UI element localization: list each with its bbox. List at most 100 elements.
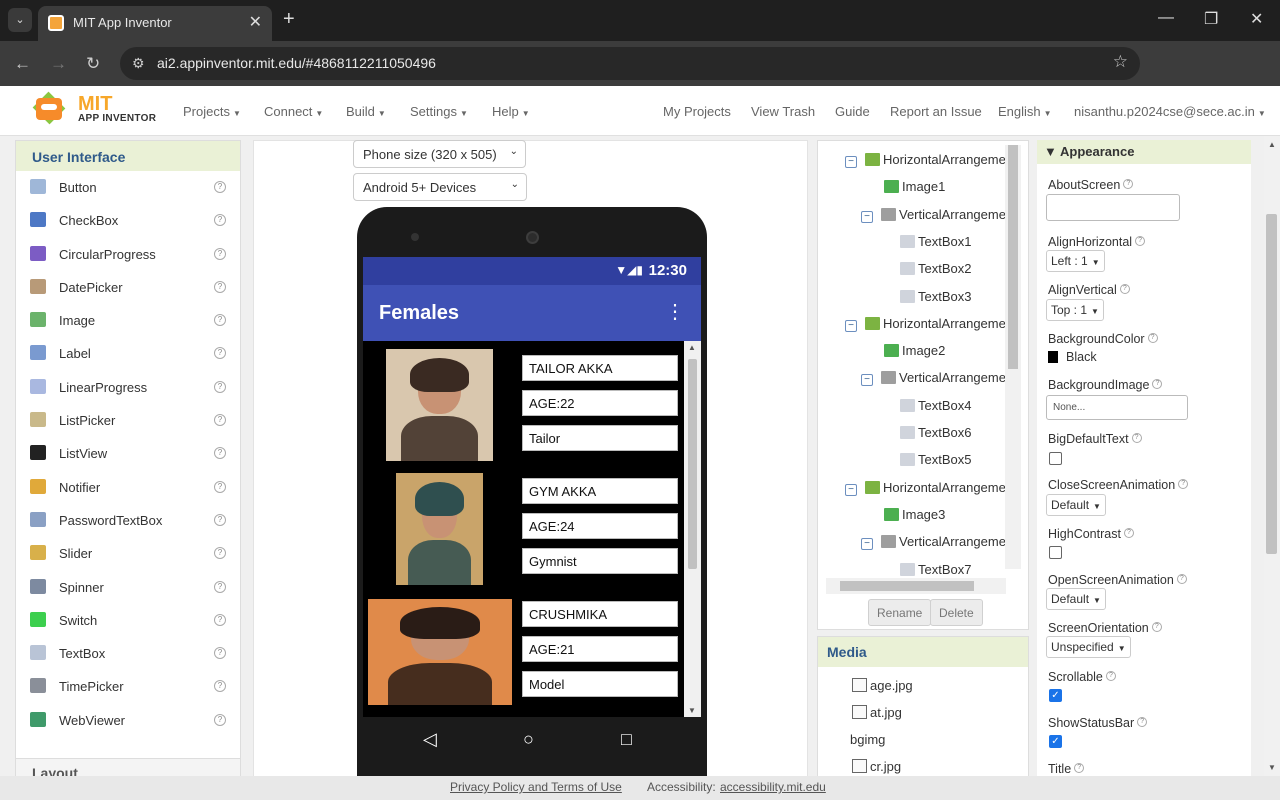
tree-node-horizontal[interactable]: − HorizontalArrangemen <box>845 152 1013 168</box>
scroll-up-icon[interactable]: ▲ <box>688 343 696 352</box>
palette-item-listview[interactable]: ListView? <box>16 437 240 470</box>
textbox-age[interactable]: AGE:22 <box>522 390 678 416</box>
tree-node-textbox[interactable]: TextBox2 <box>900 261 971 276</box>
app-inventor-logo[interactable] <box>28 91 68 126</box>
help-icon[interactable]: ? <box>214 713 226 726</box>
tree-node-vertical[interactable]: − VerticalArrangemer <box>861 207 1010 223</box>
palette-item-webviewer[interactable]: WebViewer? <box>16 704 240 737</box>
tab-search-button[interactable]: ⌄ <box>8 8 32 32</box>
scroll-down-icon[interactable]: ▼ <box>1268 763 1276 772</box>
menu-language[interactable]: English ▼ <box>998 104 1052 119</box>
high-contrast-checkbox[interactable] <box>1049 546 1062 559</box>
help-icon[interactable]: ? <box>214 280 226 293</box>
media-file[interactable]: age.jpg <box>852 678 913 693</box>
align-vertical-select[interactable]: Top : 1 ▼ <box>1046 299 1104 321</box>
back-icon[interactable]: ← <box>14 54 31 74</box>
palette-item-textbox[interactable]: TextBox? <box>16 637 240 670</box>
background-image-picker[interactable]: None... <box>1046 395 1188 420</box>
palette-item-passwordtextbox[interactable]: PasswordTextBox? <box>16 504 240 537</box>
help-icon[interactable]: ? <box>214 380 226 393</box>
palette-item-timepicker[interactable]: TimePicker? <box>16 670 240 703</box>
link-my-projects[interactable]: My Projects <box>663 104 731 119</box>
properties-section-appearance[interactable]: ▼ Appearance <box>1037 140 1251 164</box>
site-info-icon[interactable]: ⚙ <box>132 55 145 72</box>
collapse-toggle-icon[interactable]: − <box>845 483 857 496</box>
minimize-icon[interactable]: — <box>1158 9 1174 27</box>
tree-node-image[interactable]: Image1 <box>884 179 945 194</box>
tree-node-vertical[interactable]: − VerticalArrangemer <box>861 534 1010 551</box>
scrollable-checkbox[interactable]: ✓ <box>1049 689 1062 702</box>
rename-button[interactable]: Rename <box>868 599 932 626</box>
media-file[interactable]: bgimg <box>850 732 885 747</box>
palette-item-switch[interactable]: Switch? <box>16 604 240 637</box>
tree-node-textbox[interactable]: TextBox6 <box>900 425 971 440</box>
collapse-toggle-icon[interactable]: − <box>861 538 873 551</box>
url-text[interactable]: ai2.appinventor.mit.edu/#486811221105049… <box>157 55 436 71</box>
help-icon[interactable]: ? <box>214 314 226 327</box>
about-screen-textarea[interactable] <box>1046 194 1180 221</box>
tree-node-image[interactable]: Image3 <box>884 507 945 522</box>
palette-item-label[interactable]: Label? <box>16 337 240 370</box>
new-tab-button[interactable]: + <box>283 8 295 31</box>
palette-item-linearprogress[interactable]: LinearProgress? <box>16 371 240 404</box>
tree-node-textbox[interactable]: TextBox5 <box>900 452 971 467</box>
help-icon[interactable]: ? <box>214 347 226 360</box>
menu-user[interactable]: nisanthu.p2024cse@sece.ac.in ▼ <box>1074 104 1266 119</box>
menu-projects[interactable]: Projects ▼ <box>183 104 241 119</box>
window-close-icon[interactable]: ✕ <box>1250 9 1263 29</box>
collapse-toggle-icon[interactable]: − <box>845 156 857 168</box>
overflow-menu-icon[interactable]: ⋮ <box>665 299 685 324</box>
tree-node-horizontal[interactable]: − HorizontalArrangemen <box>845 480 1013 496</box>
help-icon[interactable]: ? <box>214 613 226 626</box>
palette-item-image[interactable]: Image? <box>16 304 240 337</box>
menu-help[interactable]: Help ▼ <box>492 104 530 119</box>
menu-connect[interactable]: Connect ▼ <box>264 104 323 119</box>
palette-item-slider[interactable]: Slider? <box>16 537 240 570</box>
help-icon[interactable]: ? <box>214 513 226 526</box>
privacy-link[interactable]: Privacy Policy and Terms of Use <box>450 780 622 794</box>
reload-icon[interactable]: ↻ <box>86 54 100 74</box>
phone-size-select[interactable]: Phone size (320 x 505) ⌄ <box>353 140 526 168</box>
background-color-picker[interactable]: Black <box>1048 350 1097 364</box>
accessibility-link[interactable]: accessibility.mit.edu <box>720 780 826 794</box>
browser-tab[interactable]: MIT App Inventor ✕ <box>38 6 272 41</box>
device-select[interactable]: Android 5+ Devices ⌄ <box>353 173 527 201</box>
omnibox[interactable]: ⚙ ai2.appinventor.mit.edu/#4868112211050… <box>120 47 1140 80</box>
collapse-toggle-icon[interactable]: − <box>861 210 873 223</box>
tree-node-horizontal[interactable]: − HorizontalArrangemen <box>845 316 1013 332</box>
textbox-job[interactable]: Tailor <box>522 425 678 451</box>
link-view-trash[interactable]: View Trash <box>751 104 815 119</box>
tree-node-vertical[interactable]: − VerticalArrangemer <box>861 370 1010 387</box>
menu-build[interactable]: Build ▼ <box>346 104 386 119</box>
open-animation-select[interactable]: Default ▼ <box>1046 588 1106 610</box>
show-status-bar-checkbox[interactable]: ✓ <box>1049 735 1062 748</box>
help-icon[interactable]: ? <box>214 647 226 660</box>
collapse-toggle-icon[interactable]: − <box>861 374 873 387</box>
textbox-job[interactable]: Model <box>522 671 678 697</box>
delete-button[interactable]: Delete <box>930 599 983 626</box>
tree-vertical-scrollbar[interactable] <box>1005 145 1021 569</box>
restore-icon[interactable]: ❐ <box>1204 9 1218 29</box>
help-icon[interactable]: ? <box>214 480 226 493</box>
link-report-issue[interactable]: Report an Issue <box>890 104 982 119</box>
collapse-toggle-icon[interactable]: − <box>845 319 857 332</box>
palette-item-notifier[interactable]: Notifier? <box>16 471 240 504</box>
palette-item-checkbox[interactable]: CheckBox? <box>16 204 240 237</box>
palette-item-datepicker[interactable]: DatePicker? <box>16 271 240 304</box>
screen-scrollbar[interactable]: ▲ ▼ <box>684 341 701 717</box>
help-icon[interactable]: ? <box>214 247 226 260</box>
palette-item-listpicker[interactable]: ListPicker? <box>16 404 240 437</box>
back-triangle-icon[interactable]: ◁ <box>423 729 437 750</box>
palette-item-circularprogress[interactable]: CircularProgress? <box>16 238 240 271</box>
tree-node-textbox[interactable]: TextBox7 <box>900 562 971 577</box>
textbox-name[interactable]: GYM AKKA <box>522 478 678 504</box>
close-animation-select[interactable]: Default ▼ <box>1046 494 1106 516</box>
textbox-age[interactable]: AGE:21 <box>522 636 678 662</box>
tree-node-image[interactable]: Image2 <box>884 343 945 358</box>
textbox-name[interactable]: CRUSHMIKA <box>522 601 678 627</box>
tree-node-textbox[interactable]: TextBox1 <box>900 234 971 249</box>
forward-icon[interactable]: → <box>50 54 67 74</box>
media-file[interactable]: cr.jpg <box>852 759 901 774</box>
media-file[interactable]: at.jpg <box>852 705 902 720</box>
help-icon[interactable]: ? <box>214 181 226 193</box>
